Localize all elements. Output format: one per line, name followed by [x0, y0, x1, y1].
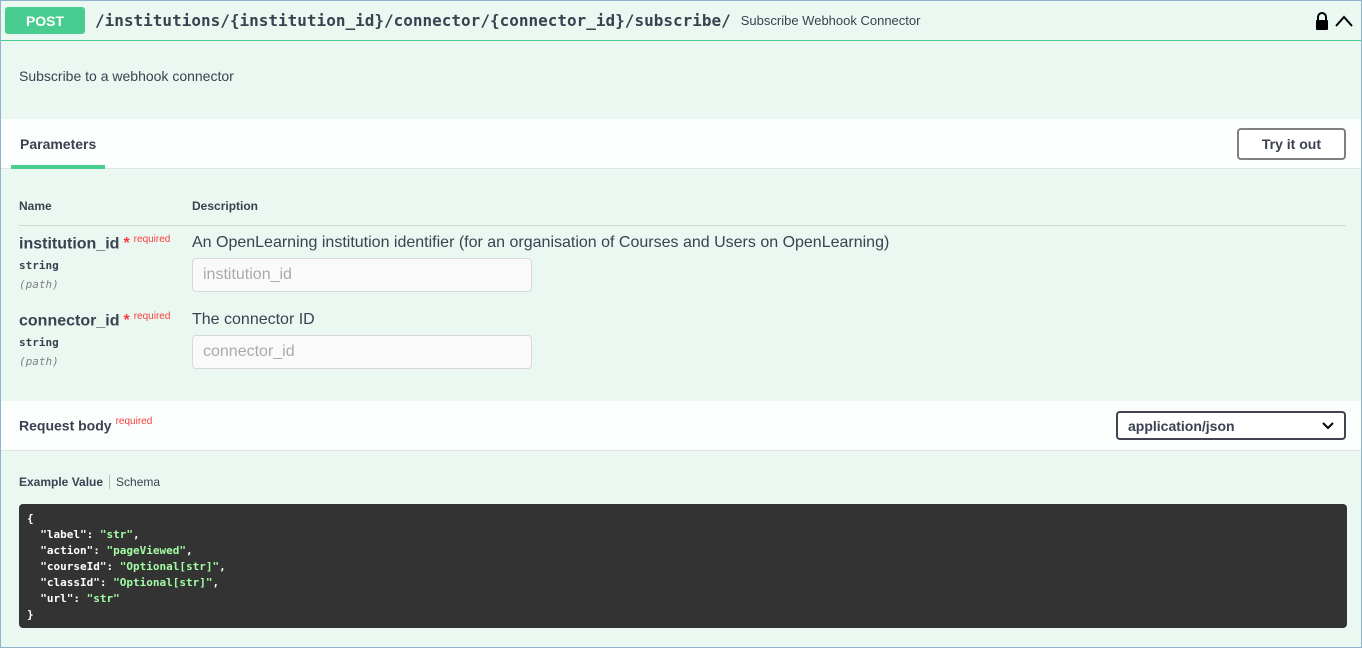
- example-tabs: Example Value Schema: [19, 475, 160, 489]
- json-key: "label": [40, 528, 87, 541]
- required-label: required: [133, 311, 171, 322]
- example-code-block: { "label": "str", "action": "pageViewed"…: [19, 504, 1347, 628]
- json-comma: ,: [212, 576, 220, 589]
- required-label: required: [115, 415, 153, 427]
- operation-description: Subscribe to a webhook connector: [19, 68, 234, 84]
- operation-summary: Subscribe Webhook Connector: [740, 13, 921, 28]
- content-type-value: application/json: [1128, 417, 1235, 434]
- lock-icon[interactable]: [1315, 11, 1329, 30]
- operation-header[interactable]: POST /institutions/{institution_id}/conn…: [1, 1, 1361, 41]
- json-comma: ,: [219, 560, 226, 573]
- parameters-table: Name Description institution_id * required …: [1, 169, 1361, 380]
- param-type: string: [19, 259, 59, 273]
- method-badge: POST: [5, 7, 85, 34]
- code-line: "classId": "Optional[str]",: [40, 576, 220, 589]
- code-line: "label": "str",: [40, 528, 140, 541]
- endpoint-path: /institutions/{institution_id}/connector…: [95, 11, 731, 30]
- request-body-label: Request body: [19, 417, 112, 434]
- institution-id-input[interactable]: [192, 258, 532, 292]
- tab-parameters[interactable]: Parameters: [11, 122, 106, 169]
- parameter-row: connector_id * required string (path) The …: [19, 303, 1346, 380]
- json-value: "Optional[str]": [113, 576, 213, 589]
- tab-schema[interactable]: Schema: [110, 475, 160, 489]
- json-comma: ,: [185, 544, 193, 557]
- param-description: The connector ID: [192, 311, 315, 328]
- param-in: (path): [19, 278, 59, 292]
- json-key: "courseId": [40, 560, 107, 573]
- json-comma: ,: [132, 528, 140, 541]
- content-type-select[interactable]: application/json: [1116, 411, 1346, 440]
- json-key: "action": [40, 544, 94, 557]
- required-star: *: [123, 312, 130, 330]
- chevron-up-icon[interactable]: [1335, 14, 1353, 27]
- required-label: required: [133, 234, 171, 245]
- required-star: *: [123, 235, 130, 253]
- request-body-header: Request body required application/json: [1, 401, 1361, 451]
- param-name: institution_id: [19, 235, 120, 253]
- col-description: Description: [192, 199, 259, 213]
- json-key: "classId": [40, 576, 100, 589]
- parameters-header: Parameters Try it out: [1, 119, 1361, 169]
- col-name: Name: [19, 199, 52, 213]
- json-value: "str": [99, 528, 133, 541]
- tab-example-value[interactable]: Example Value: [19, 475, 111, 489]
- parameter-row: institution_id * required string (path) An…: [19, 226, 1346, 303]
- code-line: "action": "pageViewed",: [40, 544, 193, 557]
- param-description: An OpenLearning institution identifier (…: [192, 234, 890, 251]
- connector-id-input[interactable]: [192, 335, 532, 369]
- code-line: "courseId": "Optional[str]",: [40, 560, 226, 573]
- try-it-out-button[interactable]: Try it out: [1236, 127, 1346, 160]
- json-value: "pageViewed": [106, 544, 186, 557]
- json-value: "str": [86, 592, 120, 605]
- param-type: string: [19, 336, 59, 350]
- code-line: "url": "str": [40, 592, 120, 605]
- param-in: (path): [19, 355, 59, 369]
- param-name: connector_id: [19, 312, 120, 330]
- json-key: "url": [40, 592, 74, 605]
- json-value: "Optional[str]": [119, 560, 220, 573]
- operation-block: POST /institutions/{institution_id}/conn…: [0, 0, 1362, 648]
- chevron-down-icon: [1322, 421, 1334, 429]
